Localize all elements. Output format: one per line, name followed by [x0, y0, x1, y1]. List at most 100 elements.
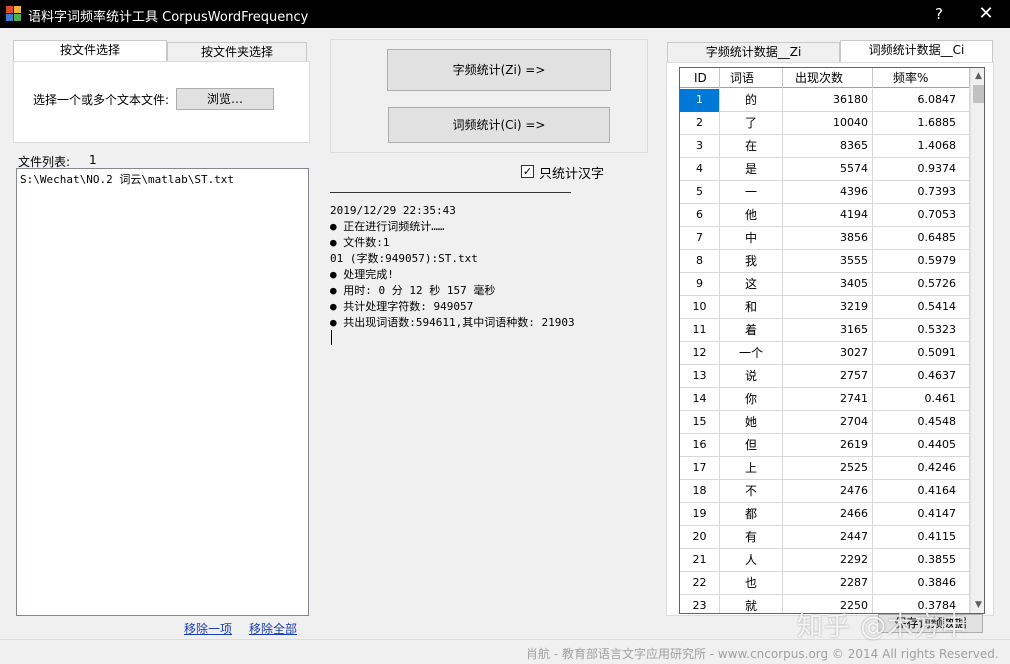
- cell-frequency[interactable]: 0.4637: [873, 365, 970, 388]
- cell-count[interactable]: 2757: [783, 365, 873, 388]
- cell-id[interactable]: 9: [680, 273, 720, 296]
- cell-count[interactable]: 2619: [783, 434, 873, 457]
- cell-frequency[interactable]: 0.6485: [873, 227, 970, 250]
- cell-word[interactable]: 的: [720, 89, 783, 112]
- cell-id[interactable]: 19: [680, 503, 720, 526]
- cell-frequency[interactable]: 0.3855: [873, 549, 970, 572]
- list-item[interactable]: S:\Wechat\NO.2 词云\matlab\ST.txt: [20, 171, 234, 187]
- table-row[interactable]: 20 有 2447 0.4115: [680, 526, 970, 549]
- browse-button[interactable]: 浏览…: [176, 88, 274, 110]
- cell-id[interactable]: 3: [680, 135, 720, 158]
- table-row[interactable]: 2 了 10040 1.6885: [680, 112, 970, 135]
- table-row[interactable]: 4 是 5574 0.9374: [680, 158, 970, 181]
- cell-id[interactable]: 7: [680, 227, 720, 250]
- cell-word[interactable]: 说: [720, 365, 783, 388]
- scroll-thumb[interactable]: [973, 85, 984, 103]
- cell-word[interactable]: 人: [720, 549, 783, 572]
- cell-frequency[interactable]: 0.9374: [873, 158, 970, 181]
- title-bar[interactable]: 语料字词频率统计工具 CorpusWordFrequency ? ✕: [0, 0, 1010, 28]
- cell-word[interactable]: 就: [720, 595, 783, 613]
- cell-id[interactable]: 13: [680, 365, 720, 388]
- column-header-count[interactable]: 出现次数: [783, 68, 873, 88]
- table-row[interactable]: 9 这 3405 0.5726: [680, 273, 970, 296]
- tab-char-data[interactable]: 字频统计数据__Zi: [667, 42, 840, 63]
- tab-by-folder[interactable]: 按文件夹选择: [167, 42, 307, 63]
- cell-count[interactable]: 2741: [783, 388, 873, 411]
- cell-word[interactable]: 有: [720, 526, 783, 549]
- cell-word[interactable]: 都: [720, 503, 783, 526]
- cell-frequency[interactable]: 6.0847: [873, 89, 970, 112]
- only-hanzi-checkbox[interactable]: ✓: [521, 165, 534, 178]
- file-list[interactable]: S:\Wechat\NO.2 词云\matlab\ST.txt: [16, 168, 309, 616]
- table-row[interactable]: 21 人 2292 0.3855: [680, 549, 970, 572]
- table-row[interactable]: 7 中 3856 0.6485: [680, 227, 970, 250]
- cell-word[interactable]: 是: [720, 158, 783, 181]
- cell-count[interactable]: 4396: [783, 181, 873, 204]
- cell-count[interactable]: 2704: [783, 411, 873, 434]
- cell-frequency[interactable]: 0.4164: [873, 480, 970, 503]
- cell-count[interactable]: 2447: [783, 526, 873, 549]
- cell-id[interactable]: 2: [680, 112, 720, 135]
- scroll-up-icon[interactable]: ▲: [971, 68, 984, 85]
- table-row[interactable]: 3 在 8365 1.4068: [680, 135, 970, 158]
- cell-id[interactable]: 4: [680, 158, 720, 181]
- word-frequency-button[interactable]: 词频统计(Ci) =>: [388, 107, 610, 143]
- cell-frequency[interactable]: 0.3846: [873, 572, 970, 595]
- cell-frequency[interactable]: 0.4548: [873, 411, 970, 434]
- column-header-frequency[interactable]: 频率%: [873, 68, 970, 88]
- cell-frequency[interactable]: 0.5323: [873, 319, 970, 342]
- table-row[interactable]: 22 也 2287 0.3846: [680, 572, 970, 595]
- close-button[interactable]: ✕: [963, 0, 1009, 28]
- table-row[interactable]: 15 她 2704 0.4548: [680, 411, 970, 434]
- cell-word[interactable]: 但: [720, 434, 783, 457]
- table-row[interactable]: 16 但 2619 0.4405: [680, 434, 970, 457]
- tab-word-data[interactable]: 词频统计数据__Ci: [840, 40, 993, 63]
- cell-count[interactable]: 8365: [783, 135, 873, 158]
- cell-word[interactable]: 她: [720, 411, 783, 434]
- cell-frequency[interactable]: 0.4246: [873, 457, 970, 480]
- cell-id[interactable]: 16: [680, 434, 720, 457]
- cell-count[interactable]: 4194: [783, 204, 873, 227]
- cell-count[interactable]: 3405: [783, 273, 873, 296]
- cell-frequency[interactable]: 0.461: [873, 388, 970, 411]
- cell-id[interactable]: 12: [680, 342, 720, 365]
- table-row[interactable]: 10 和 3219 0.5414: [680, 296, 970, 319]
- column-header-id[interactable]: ID: [680, 68, 720, 88]
- cell-id[interactable]: 14: [680, 388, 720, 411]
- cell-id[interactable]: 23: [680, 595, 720, 613]
- cell-frequency[interactable]: 0.5726: [873, 273, 970, 296]
- cell-count[interactable]: 2525: [783, 457, 873, 480]
- cell-id[interactable]: 15: [680, 411, 720, 434]
- cell-word[interactable]: 一个: [720, 342, 783, 365]
- cell-word[interactable]: 中: [720, 227, 783, 250]
- cell-word[interactable]: 着: [720, 319, 783, 342]
- column-header-word[interactable]: 词语: [720, 68, 783, 88]
- cell-id[interactable]: 10: [680, 296, 720, 319]
- scroll-down-icon[interactable]: ▼: [971, 597, 984, 613]
- cell-count[interactable]: 3027: [783, 342, 873, 365]
- tab-by-file[interactable]: 按文件选择: [13, 40, 167, 63]
- table-row[interactable]: 14 你 2741 0.461: [680, 388, 970, 411]
- cell-frequency[interactable]: 0.5414: [873, 296, 970, 319]
- cell-word[interactable]: 我: [720, 250, 783, 273]
- cell-count[interactable]: 36180: [783, 89, 873, 112]
- cell-frequency[interactable]: 0.4405: [873, 434, 970, 457]
- cell-id[interactable]: 18: [680, 480, 720, 503]
- cell-id[interactable]: 20: [680, 526, 720, 549]
- cell-word[interactable]: 了: [720, 112, 783, 135]
- table-row[interactable]: 12 一个 3027 0.5091: [680, 342, 970, 365]
- cell-count[interactable]: 2476: [783, 480, 873, 503]
- cell-id[interactable]: 17: [680, 457, 720, 480]
- cell-id[interactable]: 8: [680, 250, 720, 273]
- cell-frequency[interactable]: 0.5091: [873, 342, 970, 365]
- table-row[interactable]: 17 上 2525 0.4246: [680, 457, 970, 480]
- cell-count[interactable]: 2287: [783, 572, 873, 595]
- cell-frequency[interactable]: 0.7053: [873, 204, 970, 227]
- cell-count[interactable]: 2292: [783, 549, 873, 572]
- cell-frequency[interactable]: 1.4068: [873, 135, 970, 158]
- table-scrollbar[interactable]: ▲ ▼: [970, 68, 984, 613]
- cell-id[interactable]: 6: [680, 204, 720, 227]
- cell-count[interactable]: 3856: [783, 227, 873, 250]
- cell-id[interactable]: 11: [680, 319, 720, 342]
- table-row[interactable]: 1 的 36180 6.0847: [680, 89, 970, 112]
